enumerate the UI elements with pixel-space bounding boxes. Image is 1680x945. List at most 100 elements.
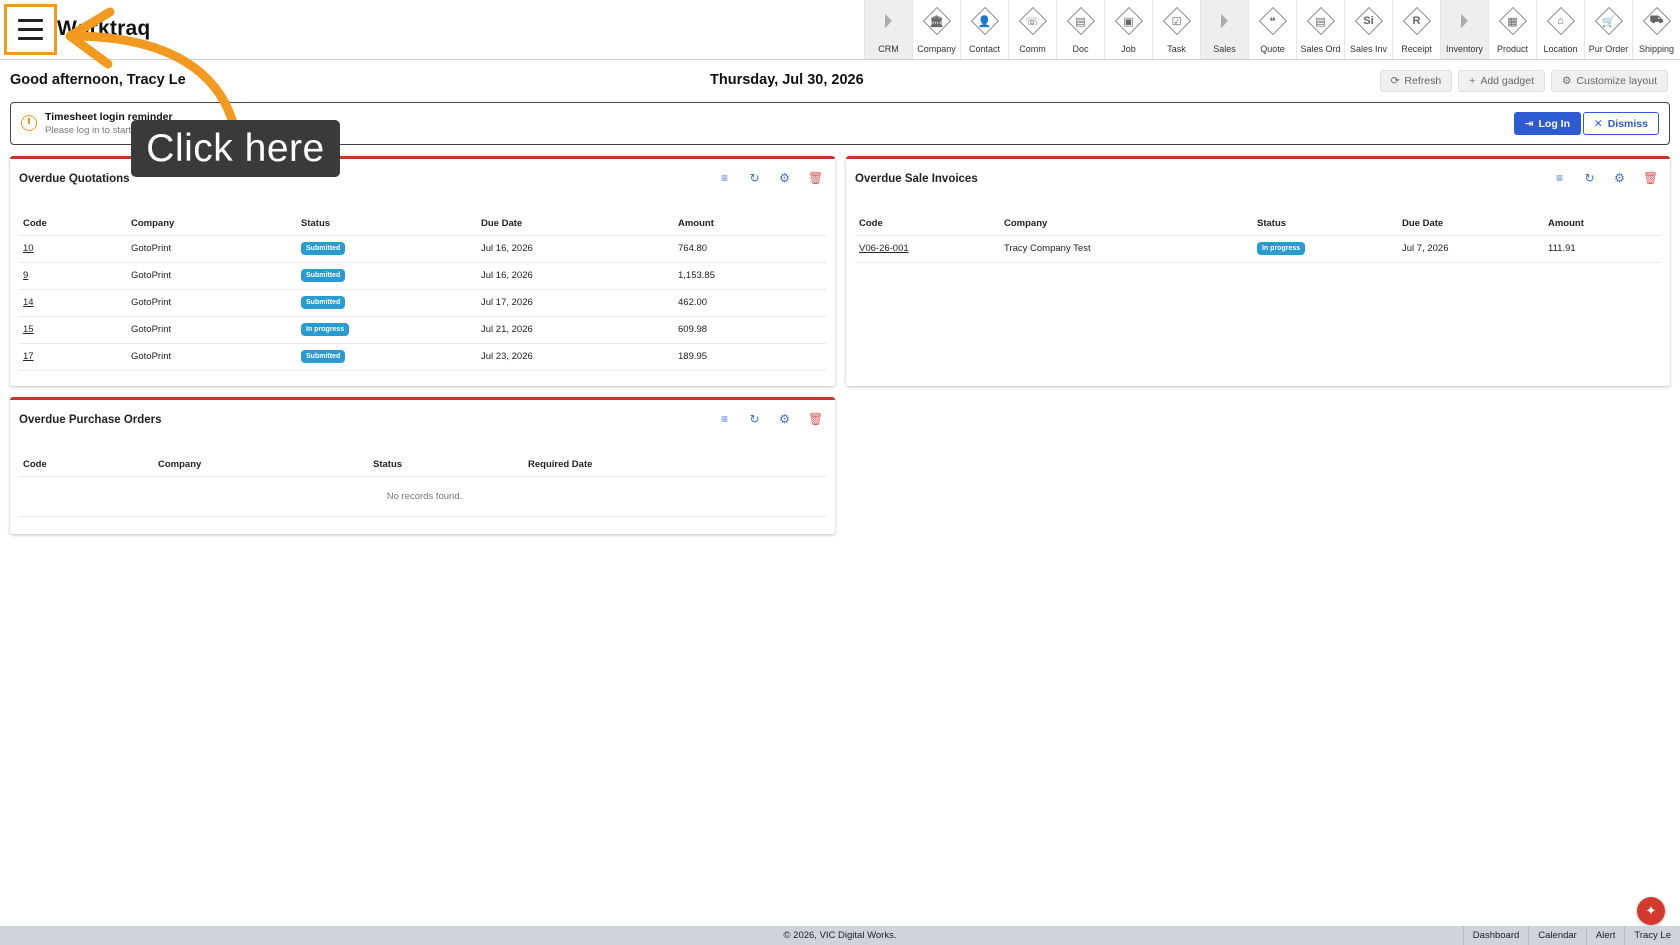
record-link[interactable]: 17 xyxy=(23,351,34,362)
cell-status: Submitted xyxy=(297,343,477,371)
refresh-button[interactable]: ⟳ Refresh xyxy=(1379,70,1453,92)
cell-text: Jul 17, 2026 xyxy=(481,297,533,308)
settings-icon[interactable]: ⚙ xyxy=(778,172,791,185)
doc-icon: ▤ xyxy=(1066,6,1096,36)
add-gadget-label: Add gadget xyxy=(1480,75,1535,87)
login-icon: ⇥ xyxy=(1524,117,1534,130)
trash-icon[interactable]: 🗑 xyxy=(808,172,823,185)
empty-message: No records found. xyxy=(19,476,826,517)
job-icon: ▣ xyxy=(1114,6,1144,36)
cell-status: In progress xyxy=(297,316,477,344)
column-header[interactable]: Due Date xyxy=(1398,213,1544,236)
list-icon[interactable]: ≡ xyxy=(718,413,731,426)
add-gadget-button[interactable]: + Add gadget xyxy=(1458,70,1546,92)
close-icon: ✕ xyxy=(1593,117,1603,130)
column-header[interactable]: Code xyxy=(19,213,127,236)
list-icon[interactable]: ≡ xyxy=(1553,172,1566,185)
trash-icon[interactable]: 🗑 xyxy=(1643,172,1658,185)
nav-item-job[interactable]: ▣ Job xyxy=(1104,0,1152,59)
cell-due: Jul 21, 2026 xyxy=(477,316,674,344)
column-header[interactable]: Amount xyxy=(674,213,826,236)
sales-invoice-icon: Si xyxy=(1354,6,1384,36)
nav-item-pur-order[interactable]: 🛒 Pur Order xyxy=(1584,0,1632,59)
reload-icon[interactable]: ↻ xyxy=(748,172,761,185)
cell-company: GotoPrint xyxy=(127,316,297,344)
cell-amount: 1,153.85 xyxy=(674,262,826,290)
record-link[interactable]: V06-26-001 xyxy=(859,243,909,254)
column-header[interactable]: Company xyxy=(1000,213,1253,236)
cell-amount: 111.91 xyxy=(1544,235,1661,263)
cell-due: Jul 23, 2026 xyxy=(477,343,674,371)
table-row: V06-26-001 Tracy Company Test In progress J… xyxy=(855,235,1661,263)
click-here-tooltip: Click here xyxy=(131,120,340,177)
nav-item-company[interactable]: 🏛 Company xyxy=(912,0,960,59)
list-icon[interactable]: ≡ xyxy=(718,172,731,185)
cell-status: In progress xyxy=(1253,235,1398,263)
plus-icon: + xyxy=(1469,75,1476,87)
cell-amount: 462.00 xyxy=(674,289,826,317)
nav-item-inventory[interactable]: Inventory xyxy=(1440,0,1488,59)
record-link[interactable]: 15 xyxy=(23,324,34,335)
company-icon: 🏛 xyxy=(922,6,952,36)
nav-item-comm[interactable]: ☏ Comm xyxy=(1008,0,1056,59)
footer-link-dashboard[interactable]: Dashboard xyxy=(1462,926,1528,945)
customize-layout-label: Customize layout xyxy=(1576,75,1657,87)
record-link[interactable]: 14 xyxy=(23,297,34,308)
sales-order-icon: ▤ xyxy=(1306,6,1336,36)
nav-label: Quote xyxy=(1260,44,1285,54)
record-link[interactable]: 10 xyxy=(23,243,34,254)
quote-icon: ❝ xyxy=(1258,6,1288,36)
column-header[interactable]: Status xyxy=(369,454,524,477)
nav-label: Inventory xyxy=(1445,44,1484,54)
nav-label: Company xyxy=(917,44,956,54)
customize-layout-button[interactable]: ⚙ Customize layout xyxy=(1551,70,1668,92)
copyright: © 2026, VIC Digital Works. xyxy=(783,930,897,941)
cell-text: GotoPrint xyxy=(131,243,172,254)
footer-link-calendar[interactable]: Calendar xyxy=(1528,926,1586,945)
footer-link-tracy-le[interactable]: Tracy Le xyxy=(1624,926,1680,945)
nav-label: Pur Order xyxy=(1588,44,1629,54)
nav-item-quote[interactable]: ❝ Quote xyxy=(1248,0,1296,59)
dismiss-button[interactable]: ✕ Dismiss xyxy=(1582,112,1659,135)
settings-icon[interactable]: ⚙ xyxy=(1613,172,1626,185)
column-header[interactable]: Amount xyxy=(1544,213,1661,236)
nav-item-location[interactable]: ⌂ Location xyxy=(1536,0,1584,59)
nav-item-sales-inv[interactable]: Si Sales Inv xyxy=(1344,0,1392,59)
assistant-fab-button[interactable]: ✦ xyxy=(1637,897,1665,925)
column-header[interactable]: Code xyxy=(19,454,154,477)
footer-link-alert[interactable]: Alert xyxy=(1585,926,1625,945)
nav-label: Contact xyxy=(968,44,1001,54)
nav-item-sales-ord[interactable]: ▤ Sales Ord xyxy=(1296,0,1344,59)
reload-icon[interactable]: ↻ xyxy=(748,413,761,426)
column-header[interactable]: Status xyxy=(1253,213,1398,236)
nav-item-crm[interactable]: CRM xyxy=(864,0,912,59)
column-header[interactable]: Required Date xyxy=(524,454,826,477)
column-header[interactable]: Status xyxy=(297,213,477,236)
trash-icon[interactable]: 🗑 xyxy=(808,413,823,426)
contact-icon: 👤 xyxy=(970,6,1000,36)
record-link[interactable]: 9 xyxy=(23,270,28,281)
nav-item-sales[interactable]: Sales xyxy=(1200,0,1248,59)
cell-code: V06-26-001 xyxy=(855,235,1000,263)
quotations-table: Code Company Status Due Date Amount 10 GotoPr… xyxy=(19,213,826,371)
column-header[interactable]: Code xyxy=(855,213,1000,236)
cell-text: GotoPrint xyxy=(131,324,172,335)
nav-item-task[interactable]: ☑ Task xyxy=(1152,0,1200,59)
column-header[interactable]: Company xyxy=(154,454,369,477)
triangle-right-icon xyxy=(1210,6,1240,36)
nav-item-shipping[interactable]: ⛟ Shipping xyxy=(1632,0,1680,59)
current-date: Thursday, Jul 30, 2026 xyxy=(710,72,864,88)
column-header[interactable]: Company xyxy=(127,213,297,236)
cell-code: 15 xyxy=(19,316,127,344)
nav-item-doc[interactable]: ▤ Doc xyxy=(1056,0,1104,59)
settings-icon[interactable]: ⚙ xyxy=(778,413,791,426)
cell-due: Jul 16, 2026 xyxy=(477,262,674,290)
nav-item-contact[interactable]: 👤 Contact xyxy=(960,0,1008,59)
nav-item-receipt[interactable]: R Receipt xyxy=(1392,0,1440,59)
column-header[interactable]: Due Date xyxy=(477,213,674,236)
log-in-button[interactable]: ⇥ Log In xyxy=(1513,112,1581,135)
nav-item-product[interactable]: ▦ Product xyxy=(1488,0,1536,59)
reload-icon[interactable]: ↻ xyxy=(1583,172,1596,185)
triangle-right-icon xyxy=(1450,6,1480,36)
cell-text: GotoPrint xyxy=(131,351,172,362)
